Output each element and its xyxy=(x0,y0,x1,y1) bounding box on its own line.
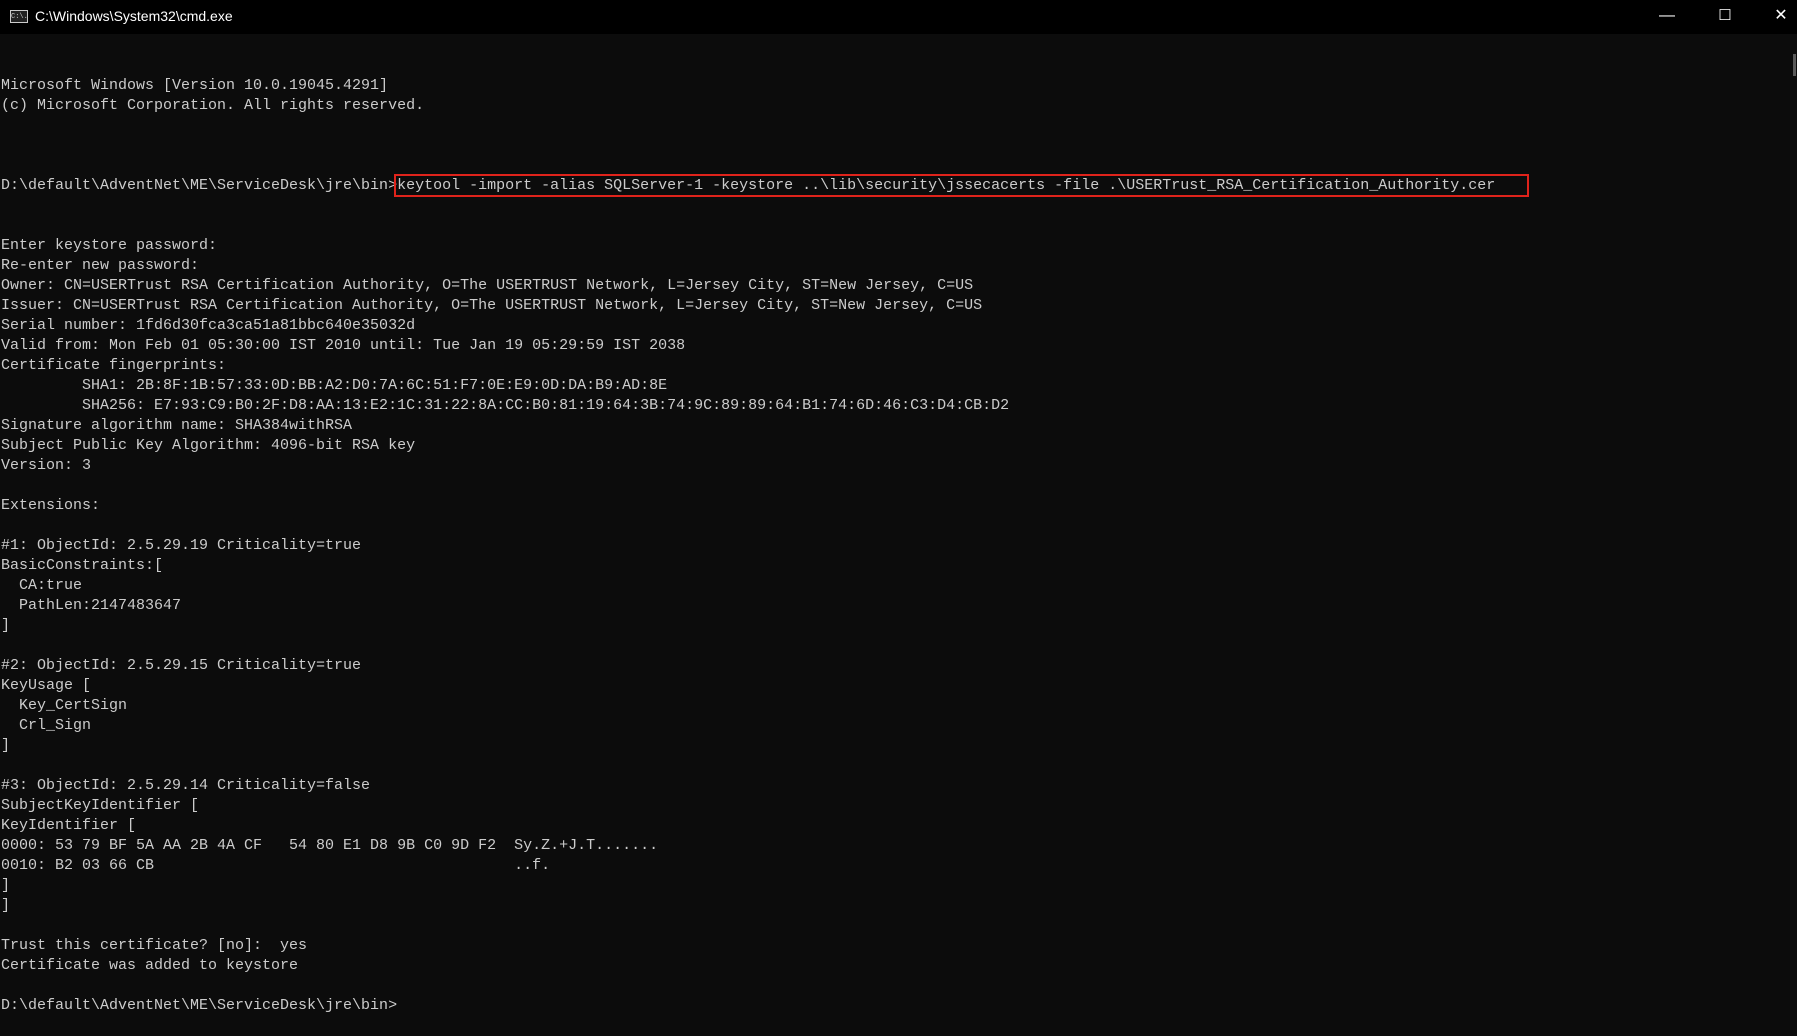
console-output[interactable]: Microsoft Windows [Version 10.0.19045.42… xyxy=(1,36,1786,1014)
console-line: Owner: CN=USERTrust RSA Certification Au… xyxy=(1,277,974,294)
console-line: SubjectKeyIdentifier [ xyxy=(1,797,200,814)
console-line: 0010: B2 03 66 CB ..f. xyxy=(1,857,551,874)
console-line: Key_CertSign xyxy=(1,697,128,714)
title-bar: C:\. C:\Windows\System32\cmd.exe — ☐ ✕ xyxy=(0,0,1797,34)
close-button[interactable]: ✕ xyxy=(1758,0,1797,32)
console-line: #3: ObjectId: 2.5.29.14 Criticality=fals… xyxy=(1,777,371,794)
maximize-button[interactable]: ☐ xyxy=(1702,0,1748,32)
window-title: C:\Windows\System32\cmd.exe xyxy=(35,8,233,24)
console-line: SHA1: 2B:8F:1B:57:33:0D:BB:A2:D0:7A:6C:5… xyxy=(1,377,668,394)
cmd-app-icon[interactable]: C:\. xyxy=(10,10,28,23)
console-line: ] xyxy=(1,897,11,914)
console-line: Version: 3 xyxy=(1,457,92,474)
console-line: CA:true xyxy=(1,577,83,594)
console-line: Extensions: xyxy=(1,497,101,514)
console-line: BasicConstraints:[ xyxy=(1,557,164,574)
console-line: Serial number: 1fd6d30fca3ca51a81bbc640e… xyxy=(1,317,416,334)
console-line: 0000: 53 79 BF 5A AA 2B 4A CF 54 80 E1 D… xyxy=(1,837,659,854)
scrollbar[interactable] xyxy=(1789,34,1797,967)
console-line: SHA256: E7:93:C9:B0:2F:D8:AA:13:E2:1C:31… xyxy=(1,397,1010,414)
console-line: ] xyxy=(1,877,11,894)
minimize-button[interactable]: — xyxy=(1644,0,1690,32)
console-line: D:\default\AdventNet\ME\ServiceDesk\jre\… xyxy=(1,997,398,1014)
console-line: Issuer: CN=USERTrust RSA Certification A… xyxy=(1,297,983,314)
console-line: KeyIdentifier [ xyxy=(1,817,137,834)
console-line: KeyUsage [ xyxy=(1,677,92,694)
console-line: Certificate was added to keystore xyxy=(1,957,299,974)
highlighted-command: keytool -import -alias SQLServer-1 -keys… xyxy=(394,174,1530,197)
console-line: (c) Microsoft Corporation. All rights re… xyxy=(1,97,425,114)
console-line: Microsoft Windows [Version 10.0.19045.42… xyxy=(1,77,389,94)
console-line: Enter keystore password: xyxy=(1,237,218,254)
console-line: ] xyxy=(1,737,11,754)
console-line: #2: ObjectId: 2.5.29.15 Criticality=true xyxy=(1,657,362,674)
prompt: D:\default\AdventNet\ME\ServiceDesk\jre\… xyxy=(1,177,398,194)
console-line: Certificate fingerprints: xyxy=(1,357,227,374)
console-line: Signature algorithm name: SHA384withRSA xyxy=(1,417,353,434)
scrollbar-thumb[interactable] xyxy=(1793,54,1796,76)
console-line: PathLen:2147483647 xyxy=(1,597,182,614)
console-line: Valid from: Mon Feb 01 05:30:00 IST 2010… xyxy=(1,337,686,354)
console-line: Trust this certificate? [no]: yes xyxy=(1,937,308,954)
console-line: ] xyxy=(1,617,11,634)
console-line: Re-enter new password: xyxy=(1,257,200,274)
command-line: D:\default\AdventNet\ME\ServiceDesk\jre\… xyxy=(1,174,1786,197)
console-line: #1: ObjectId: 2.5.29.19 Criticality=true xyxy=(1,537,362,554)
console-line: Subject Public Key Algorithm: 4096-bit R… xyxy=(1,437,416,454)
console-line: Crl_Sign xyxy=(1,717,92,734)
